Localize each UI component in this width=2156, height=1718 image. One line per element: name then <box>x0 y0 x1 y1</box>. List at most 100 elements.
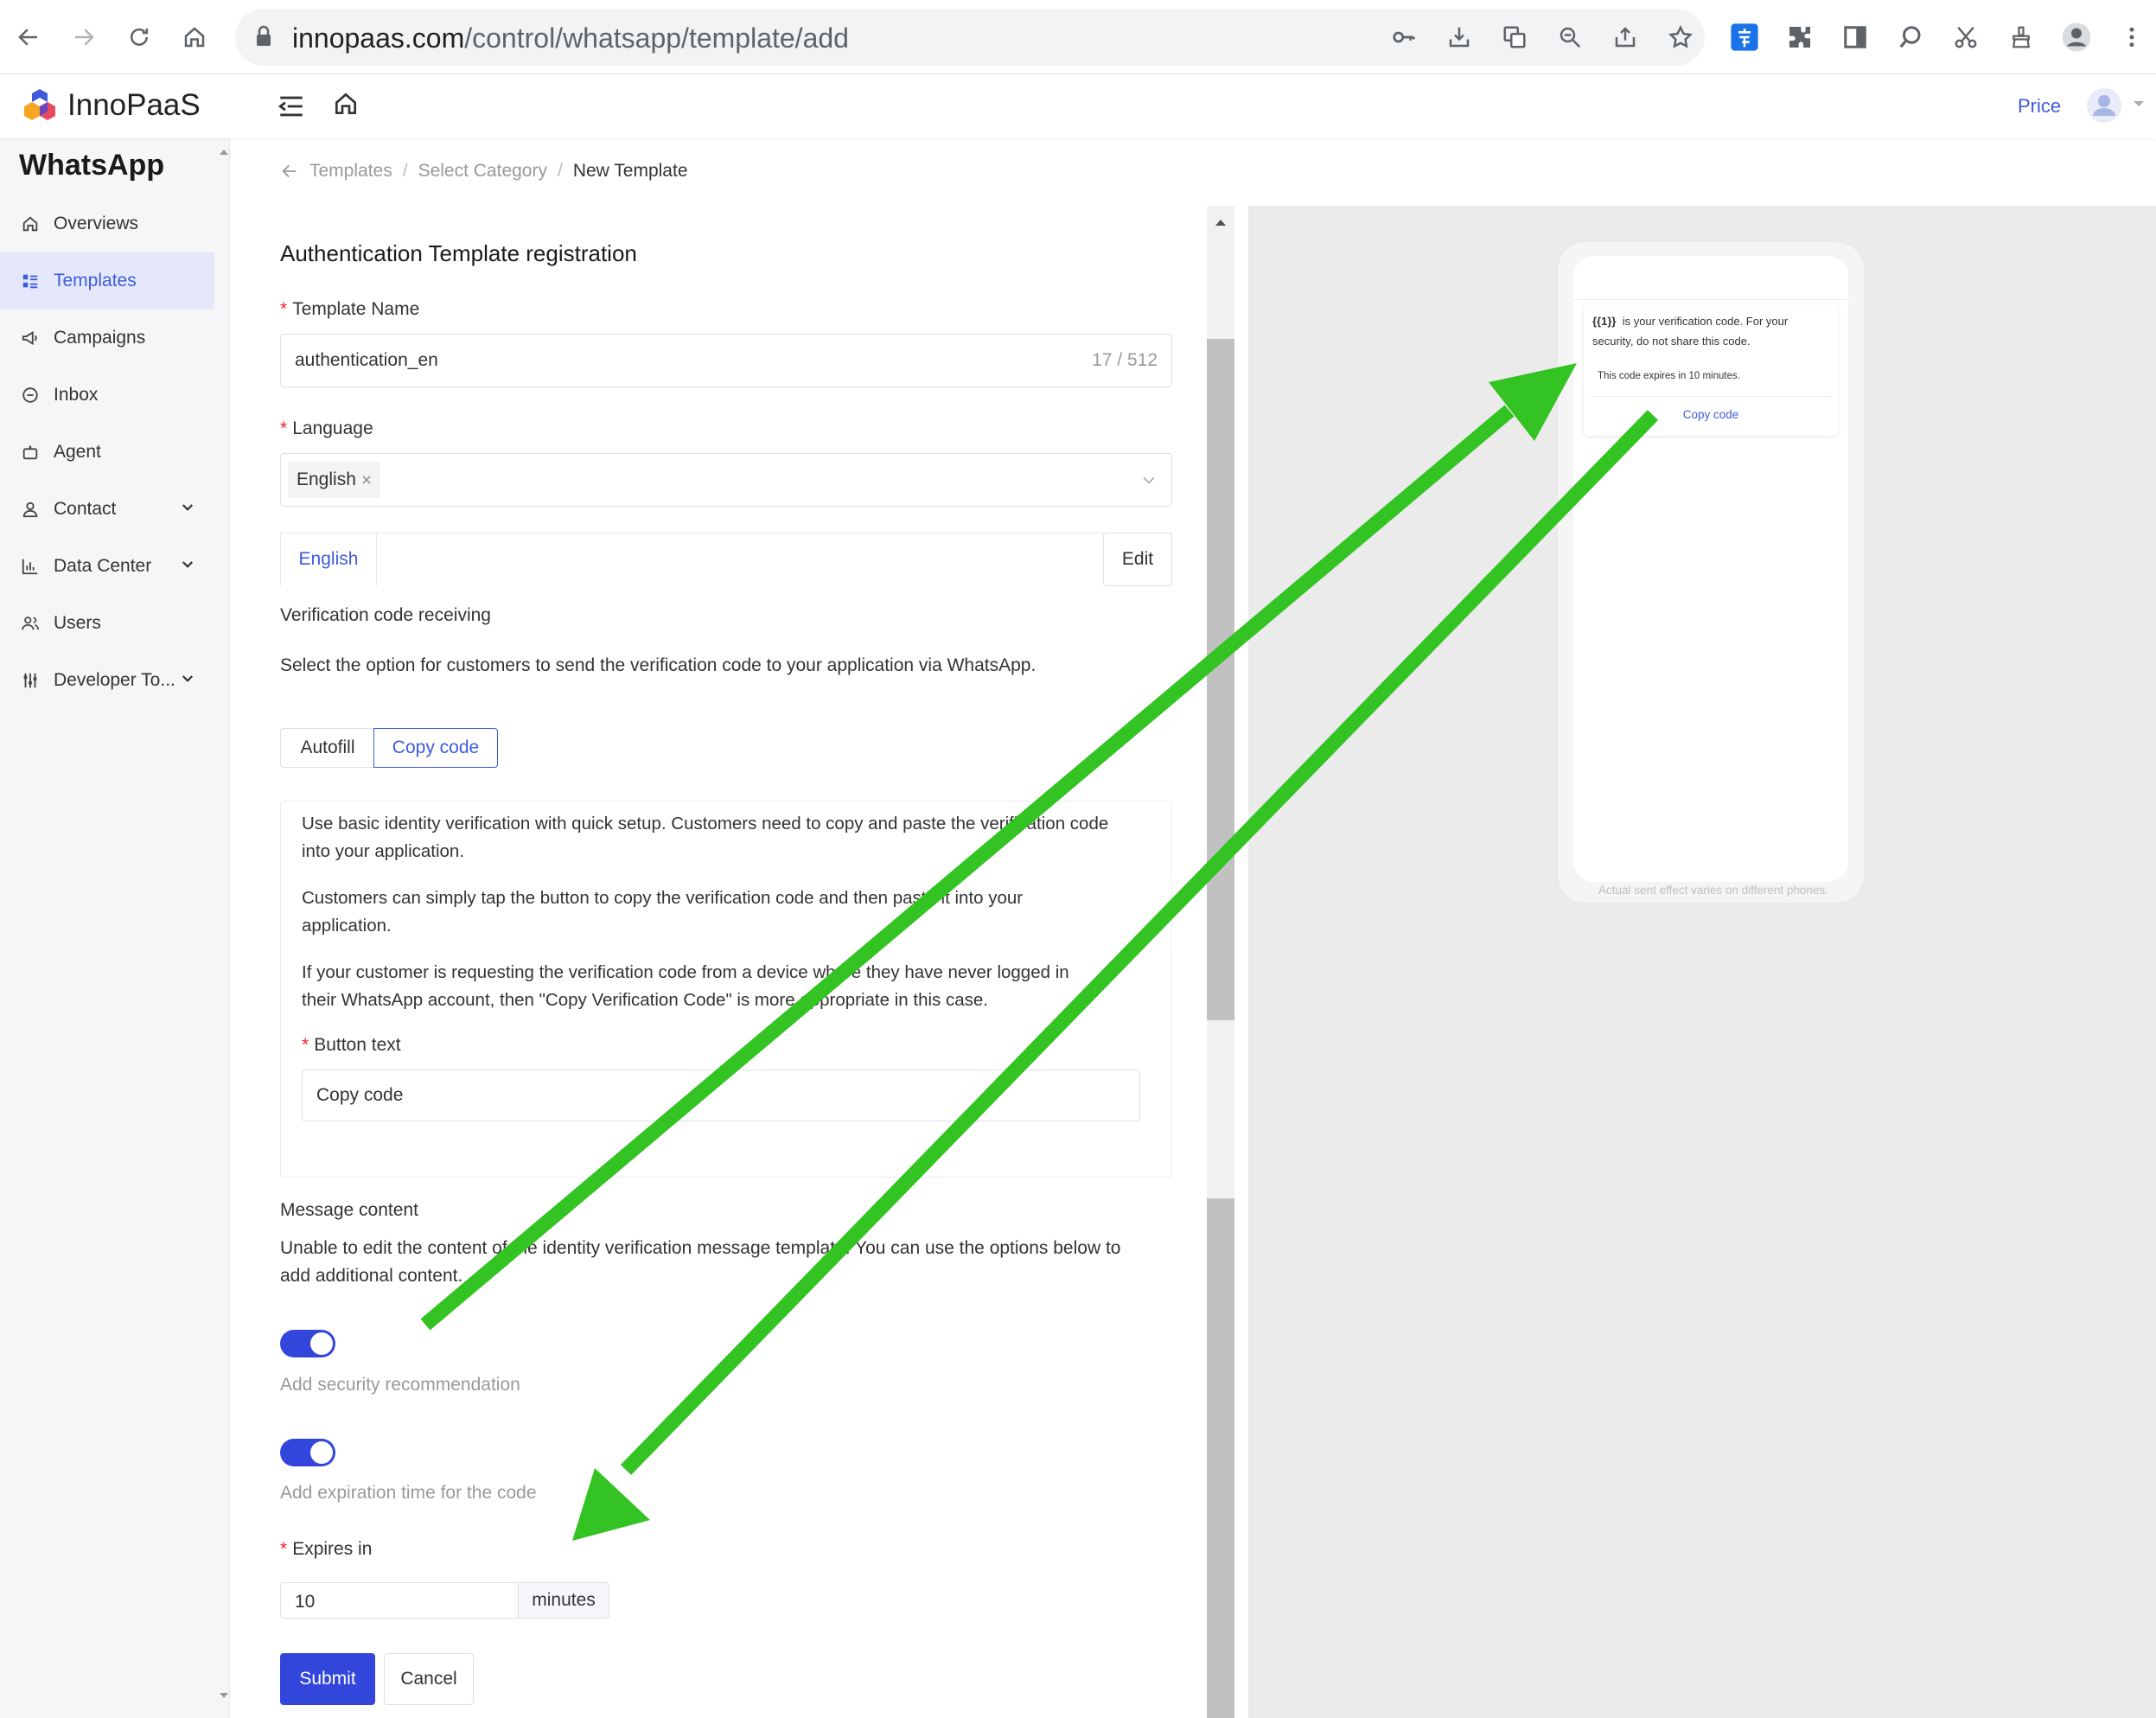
breadcrumb-separator: / <box>402 161 408 181</box>
breadcrumb: Templates / Select Category / New Templa… <box>280 161 688 182</box>
template-list-icon <box>19 270 41 292</box>
language-select[interactable]: English <box>280 453 1172 507</box>
security-recommendation-label: Add security recommendation <box>280 1375 520 1395</box>
sidebar-item-users[interactable]: Users <box>0 595 214 652</box>
autofill-option[interactable]: Autofill <box>280 728 375 768</box>
key-icon[interactable] <box>1385 18 1423 56</box>
clean-brush-icon[interactable] <box>2002 18 2040 56</box>
back-arrow-icon[interactable] <box>9 17 48 57</box>
message-bubble: {{1}} is your verification code. For you… <box>1584 304 1838 436</box>
submit-button[interactable]: Submit <box>280 1653 375 1705</box>
verification-description: Select the option for customers to send … <box>280 655 1037 675</box>
button-text-input[interactable]: Copy code <box>302 1070 1140 1121</box>
reload-icon[interactable] <box>119 17 159 57</box>
sidebar-title: WhatsApp <box>19 149 165 182</box>
sidebar-item-label: Contact <box>54 499 117 519</box>
security-recommendation-toggle[interactable] <box>280 1330 335 1357</box>
zoom-icon[interactable] <box>1551 18 1589 56</box>
sidebar-item-campaigns[interactable]: Campaigns <box>0 310 214 367</box>
breadcrumb-templates[interactable]: Templates <box>309 161 392 182</box>
chat-bubble-icon <box>19 384 41 406</box>
app-header: InnoPaaS Price <box>0 74 2156 138</box>
profile-avatar-icon[interactable] <box>2057 18 2095 56</box>
template-name-label: * Template Name <box>280 299 420 319</box>
side-panel-icon[interactable] <box>1836 18 1874 56</box>
language-tag-text: English <box>297 469 356 489</box>
sidebar-item-label: Inbox <box>54 385 99 405</box>
copy-code-info-box: Use basic identity verification with qui… <box>280 801 1172 1178</box>
expires-in-label: * Expires in <box>280 1539 373 1559</box>
phone-mockup: {{1}} is your verification code. For you… <box>1556 240 1866 904</box>
developer-tools-icon <box>19 669 41 692</box>
expires-in-value: 10 <box>295 1592 316 1612</box>
install-icon[interactable] <box>1440 18 1478 56</box>
translate-extension-icon[interactable] <box>1725 18 1764 56</box>
preview-expiry: This code expires in 10 minutes. <box>1598 371 1740 381</box>
scrollbar-thumb[interactable] <box>1207 339 1234 1020</box>
edit-button[interactable]: Edit <box>1103 533 1172 586</box>
home-icon[interactable] <box>332 90 360 118</box>
tab-english[interactable]: English <box>280 533 377 586</box>
template-name-input[interactable]: authentication_en 17 / 512 <box>280 334 1172 387</box>
template-name-char-count: 17 / 512 <box>1092 350 1158 370</box>
sidebar: WhatsApp Overviews Templates Campaigns I… <box>0 138 230 1718</box>
info-paragraph-3b: their WhatsApp account, then "Copy Verif… <box>302 990 988 1010</box>
chevron-down-icon <box>1140 471 1158 489</box>
lock-icon <box>254 25 273 48</box>
menu-collapse-icon[interactable] <box>277 92 306 121</box>
home-icon[interactable] <box>175 17 214 57</box>
expires-in-unit: minutes <box>518 1582 609 1619</box>
browser-toolbar: innopaas.com/control/whatsapp/template/a… <box>0 0 2156 74</box>
breadcrumb-new-template: New Template <box>572 161 688 181</box>
button-text-label-text: Button text <box>314 1035 401 1055</box>
sidebar-item-agent[interactable]: Agent <box>0 424 214 481</box>
language-tag: English <box>288 462 380 498</box>
phone-screen: {{1}} is your verification code. For you… <box>1573 256 1848 882</box>
bubble-divider <box>1591 396 1831 397</box>
extensions-puzzle-icon[interactable] <box>1781 18 1819 56</box>
info-paragraph-1a: Use basic identity verification with qui… <box>302 814 1109 833</box>
cancel-button[interactable]: Cancel <box>384 1653 474 1705</box>
copy-code-option[interactable]: Copy code <box>373 728 498 768</box>
share-icon[interactable] <box>1606 18 1644 56</box>
user-menu-chevron-icon[interactable] <box>2132 99 2146 109</box>
preview-note: Actual sent effect varies on different p… <box>1598 884 1828 897</box>
form-title: Authentication Template registration <box>280 240 637 266</box>
breadcrumb-select-category[interactable]: Select Category <box>418 161 547 182</box>
breadcrumb-separator: / <box>557 161 563 181</box>
preview-line-1: {{1}} is your verification code. For you… <box>1592 311 1788 331</box>
message-content-label: Message content <box>280 1200 418 1220</box>
info-paragraph-2b: application. <box>302 916 392 936</box>
template-name-value: authentication_en <box>295 350 438 370</box>
bookmark-star-icon[interactable] <box>1662 18 1700 56</box>
close-icon[interactable] <box>361 475 372 485</box>
sidebar-item-label: Campaigns <box>54 328 146 348</box>
person-icon <box>19 498 41 521</box>
sidebar-item-label: Overviews <box>54 214 139 233</box>
scissors-icon[interactable] <box>1947 18 1985 56</box>
forward-arrow-icon[interactable] <box>64 17 104 57</box>
search-lens-icon[interactable] <box>1891 18 1930 56</box>
template-name-label-text: Template Name <box>292 299 420 319</box>
info-paragraph-3a: If your customer is requesting the verif… <box>302 962 1069 982</box>
address-bar[interactable]: innopaas.com/control/whatsapp/template/a… <box>235 9 1705 66</box>
preview-line-1-text: is your verification code. For your <box>1622 315 1789 328</box>
sidebar-item-data-center[interactable]: Data Center <box>0 538 214 595</box>
expiration-time-toggle[interactable] <box>280 1439 335 1466</box>
sidebar-item-templates[interactable]: Templates <box>0 252 214 310</box>
sidebar-item-contact[interactable]: Contact <box>0 481 214 538</box>
user-avatar[interactable] <box>2085 86 2123 125</box>
browser-menu-icon[interactable] <box>2113 18 2151 56</box>
expires-in-input[interactable]: 10 <box>280 1582 519 1619</box>
info-paragraph-2a: Customers can simply tap the button to c… <box>302 888 1024 908</box>
back-arrow-icon[interactable] <box>280 162 299 181</box>
translate-icon[interactable] <box>1496 18 1534 56</box>
sidebar-item-developer-tools[interactable]: Developer To... <box>0 652 214 709</box>
form-scrollbar[interactable] <box>1207 206 1234 1718</box>
sidebar-scrollbar[interactable] <box>218 138 230 1718</box>
sidebar-item-overviews[interactable]: Overviews <box>0 195 214 252</box>
sidebar-item-inbox[interactable]: Inbox <box>0 367 214 424</box>
price-link[interactable]: Price <box>2018 95 2061 118</box>
megaphone-icon <box>19 327 41 349</box>
app-logo-text: InnoPaaS <box>67 88 201 122</box>
